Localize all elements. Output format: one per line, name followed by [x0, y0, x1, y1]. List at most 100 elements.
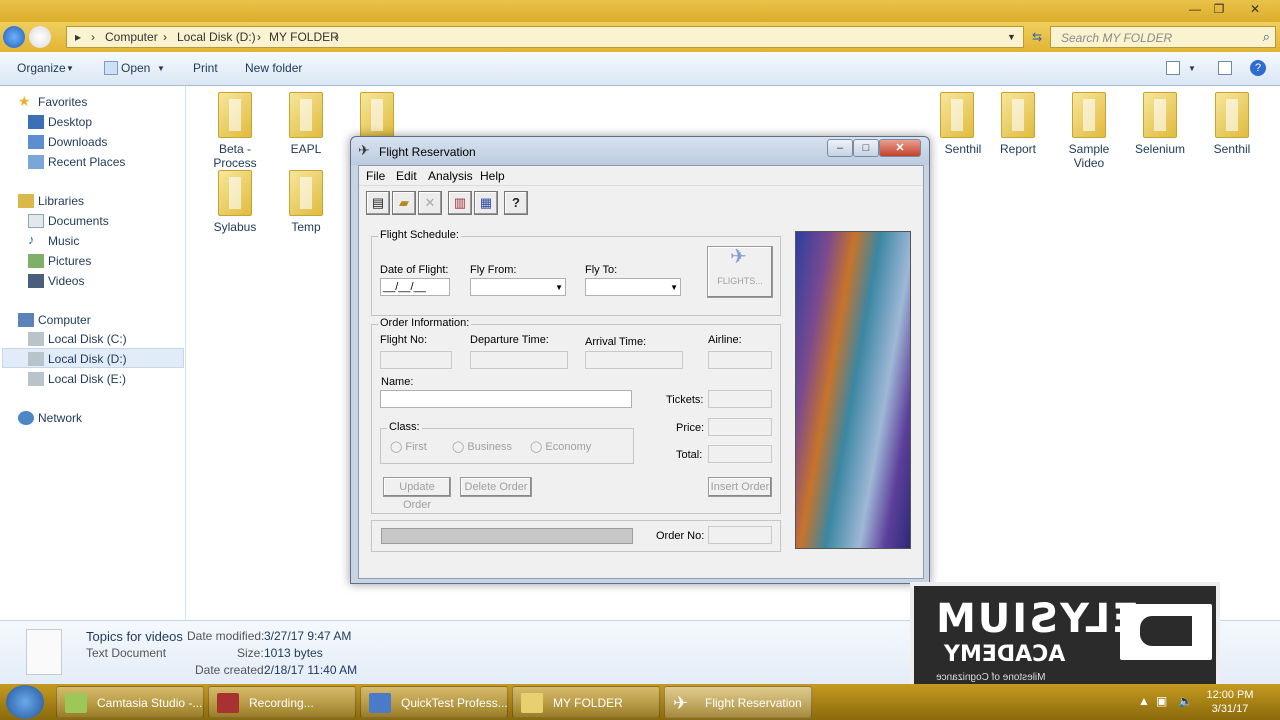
cities-collage-image [795, 231, 911, 549]
tickets-field[interactable] [708, 390, 772, 408]
print-button[interactable]: Print [193, 61, 218, 75]
chevron-down-icon[interactable]: ▼ [1007, 32, 1016, 42]
taskbar-camtasia[interactable]: Camtasia Studio -... [56, 686, 204, 718]
maximize-button[interactable]: □ [853, 139, 879, 157]
folder-icon [218, 92, 252, 138]
fly-to-select[interactable] [585, 278, 681, 296]
delete-order-button[interactable]: Delete Order [460, 477, 532, 497]
documents-icon [28, 214, 44, 228]
folder-beta-process[interactable]: Beta - Process [203, 92, 267, 170]
drive-icon [28, 352, 44, 366]
menu-edit[interactable]: Edit [396, 169, 417, 183]
folder-sample-video[interactable]: Sample Video [1057, 92, 1121, 170]
class-first-label: First [405, 441, 427, 453]
new-order-icon[interactable]: ▤ [366, 191, 390, 215]
view-icon[interactable] [1166, 61, 1180, 75]
folder-sylabus[interactable]: Sylabus [203, 170, 267, 234]
details-file-name: Topics for videos [86, 629, 183, 644]
address-row: ▸ › Computer › Local Disk (D:) › MY FOLD… [0, 22, 1280, 52]
graph-icon[interactable]: ▥ [448, 191, 472, 215]
folder-eapl[interactable]: EAPL [274, 92, 338, 156]
breadcrumb-my-folder[interactable]: MY FOLDER [269, 30, 339, 44]
menu-bar: File Edit Analysis Help [359, 166, 923, 186]
departure-time-label: Departure Time: [470, 334, 549, 346]
help-icon[interactable]: ? [1250, 60, 1266, 76]
flight-window-title-bar[interactable]: ✈ Flight Reservation – □ ✕ [351, 137, 929, 165]
menu-analysis[interactable]: Analysis [428, 169, 473, 183]
network-tray-icon[interactable]: ▣ [1156, 694, 1167, 708]
refresh-icon[interactable]: ⇆ [1026, 26, 1048, 48]
back-button[interactable] [3, 26, 25, 48]
videos-icon [28, 274, 44, 288]
folder-senthil[interactable]: Senthil [922, 92, 986, 156]
organize-button[interactable]: Organize [17, 61, 66, 75]
taskbar-quicktest[interactable]: QuickTest Profess... [360, 686, 508, 718]
date-of-flight-label: Date of Flight: [380, 264, 449, 276]
folder-hidden-1[interactable] [345, 92, 409, 138]
price-label: Price: [676, 422, 705, 434]
class-economy-radio[interactable]: ◯ Economy [530, 440, 591, 453]
chevron-right-icon: › [335, 30, 339, 44]
minimize-button[interactable]: – [827, 139, 853, 157]
network-icon [18, 411, 34, 425]
preview-pane-icon[interactable] [1218, 61, 1232, 75]
taskbar-my-folder[interactable]: MY FOLDER [512, 686, 660, 718]
name-input[interactable] [380, 390, 632, 408]
taskbar-flight-reservation[interactable]: ✈ Flight Reservation [664, 686, 812, 718]
navigation-pane: ★ Favorites Desktop Downloads Recent Plac… [0, 86, 186, 620]
close-button[interactable]: ✕ [1242, 0, 1268, 18]
search-input[interactable]: Search MY FOLDER ⌕ [1050, 26, 1276, 48]
recent-places-icon [28, 155, 44, 169]
forward-button[interactable] [29, 26, 51, 48]
delete-order-icon[interactable]: ✕ [418, 191, 442, 215]
folder-selenium[interactable]: Selenium [1128, 92, 1192, 156]
folder-icon [521, 693, 543, 713]
chevron-down-icon[interactable]: ▼ [1188, 64, 1196, 73]
command-bar: Organize ▼ Open ▼ Print New folder ▼ ? [0, 52, 1280, 86]
start-button[interactable] [6, 685, 44, 719]
folder-icon [1001, 92, 1035, 138]
chevron-down-icon: ▼ [157, 64, 165, 73]
menu-file[interactable]: File [366, 169, 385, 183]
order-information-label: Order Information: [378, 317, 472, 329]
insert-order-button[interactable]: Insert Order [708, 477, 772, 497]
fly-from-select[interactable] [470, 278, 566, 296]
elysium-academy-watermark: ELYSIUM ACADEMY Milestone of Cognizance [910, 582, 1220, 692]
address-bar[interactable]: ▸ › Computer › Local Disk (D:) › MY FOLD… [66, 26, 1024, 48]
minimize-button[interactable]: — [1182, 0, 1208, 18]
report-icon[interactable]: ▦ [474, 191, 498, 215]
clock[interactable]: 12:00 PM 3/31/17 [1200, 688, 1260, 716]
folder-senthil-2[interactable]: Senthil [1200, 92, 1264, 156]
airplane-icon: ✈ [673, 693, 689, 713]
new-folder-button[interactable]: New folder [245, 61, 302, 75]
show-hidden-icons-icon[interactable]: ▲ [1138, 694, 1150, 708]
flights-button[interactable]: ✈ FLIGHTS... [707, 246, 773, 298]
flight-reservation-window: ✈ Flight Reservation – □ ✕ File Edit Ana… [350, 136, 930, 584]
menu-help[interactable]: Help [480, 169, 505, 183]
folder-icon [289, 170, 323, 216]
drive-icon [28, 332, 44, 346]
open-button[interactable]: Open [121, 61, 150, 75]
taskbar: Camtasia Studio -... Recording... QuickT… [0, 684, 1280, 720]
folder-temp[interactable]: Temp [274, 170, 338, 234]
quicktest-icon [369, 693, 391, 713]
folder-report[interactable]: Report [986, 92, 1050, 156]
maximize-button[interactable]: ❐ [1206, 0, 1232, 18]
clock-date: 3/31/17 [1211, 703, 1249, 715]
breadcrumb-disk-d[interactable]: Local Disk (D:) [177, 30, 256, 44]
breadcrumb-computer[interactable]: Computer [105, 30, 158, 44]
taskbar-recording[interactable]: Recording... [208, 686, 356, 718]
help-icon[interactable]: ? [504, 191, 528, 215]
class-first-radio[interactable]: ◯ First [390, 440, 427, 453]
music-icon: ♪ [28, 232, 35, 247]
recording-icon [217, 693, 239, 713]
class-business-radio[interactable]: ◯ Business [452, 440, 512, 453]
total-label: Total: [676, 449, 703, 461]
open-order-icon[interactable]: ▰ [392, 191, 416, 215]
date-of-flight-input[interactable]: __/__/__ [380, 278, 450, 296]
update-order-button[interactable]: Update Order [383, 477, 451, 511]
flight-no-label: Flight No: [380, 334, 428, 346]
folder-icon [1072, 92, 1106, 138]
close-button[interactable]: ✕ [879, 139, 921, 157]
volume-icon[interactable]: 🔈 [1178, 694, 1193, 708]
